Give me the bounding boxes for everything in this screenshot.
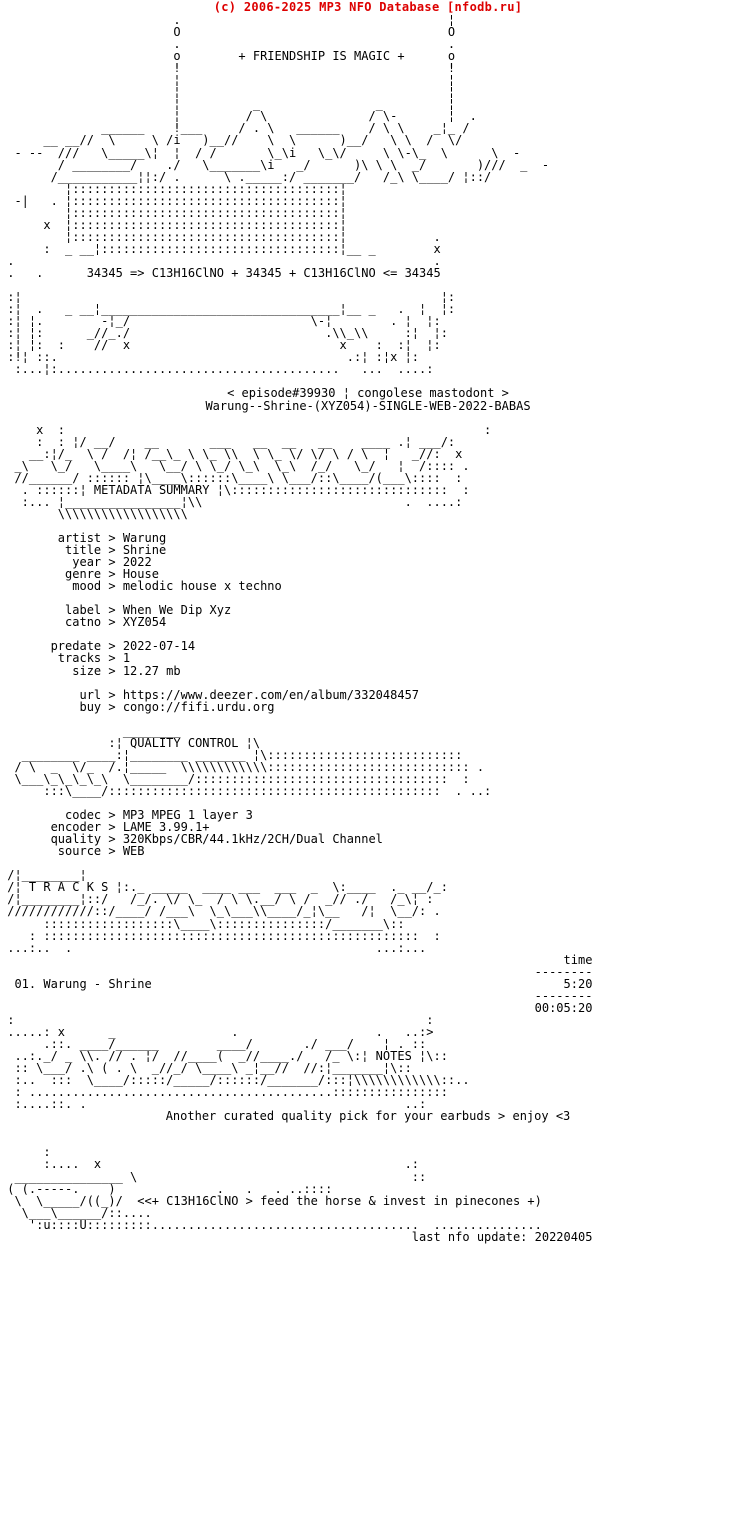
notes-text: Another curated quality pick for your ea… bbox=[165, 1109, 571, 1124]
nfo-document: (c) 2006-2025 MP3 NFO Database [nfodb.ru… bbox=[0, 0, 736, 1536]
top-logo-ascii-art: . ¦ O O . . o + FRIENDSHIP IS MAGIC + o … bbox=[14, 13, 550, 184]
spacer-3 bbox=[0, 412, 736, 424]
spacer-7 bbox=[0, 857, 736, 869]
tracks-banner: /¦________¦ /¦ T R A C K S ¦:._ _____ __… bbox=[7, 868, 448, 955]
metadata-table: artist > Warung title > Shrine year > 20… bbox=[50, 531, 420, 714]
top-dotted-box-ascii-art: ¦:::::::::::::::::::::::::::::::::::::¦ … bbox=[14, 181, 441, 256]
chem-formula-box-ascii-art: . . . . 34345 => C13H16ClNO + 34345 + C1… bbox=[7, 253, 456, 377]
tracklist-table: time -------- 01. Warung - Shrine 5:20 -… bbox=[14, 952, 593, 1015]
footer-ascii-art: : :.... x .: _______________ \ :: ( (.--… bbox=[7, 1145, 542, 1232]
last-nfo-update: last nfo update: 20220405 bbox=[0, 1229, 593, 1244]
spacer-10 bbox=[0, 1122, 736, 1146]
spacer-5 bbox=[0, 713, 736, 725]
quality-control-banner: ________ :¦ QUALITY CONTROL ¦\ ________ … bbox=[14, 723, 492, 798]
episode-line: < episode#39930 ¦ congolese mastodont > bbox=[227, 386, 509, 401]
release-name: Warung--Shrine-(XYZ054)-SINGLE-WEB-2022-… bbox=[205, 398, 531, 413]
quality-table: codec > MP3 MPEG 1 layer 3 encoder > LAM… bbox=[50, 808, 383, 859]
notes-banner: : : .....: x _ . . ..:> .::. ____/______… bbox=[7, 1012, 470, 1112]
nfo-body: . ¦ O O . . o + FRIENDSHIP IS MAGIC + o … bbox=[0, 14, 736, 1243]
metadata-summary-banner: x : : : : ¦/ __/ __ ___ __ __ __ ____ .¦… bbox=[14, 422, 492, 521]
nfodb-copyright-header: (c) 2006-2025 MP3 NFO Database [nfodb.ru… bbox=[213, 0, 523, 14]
